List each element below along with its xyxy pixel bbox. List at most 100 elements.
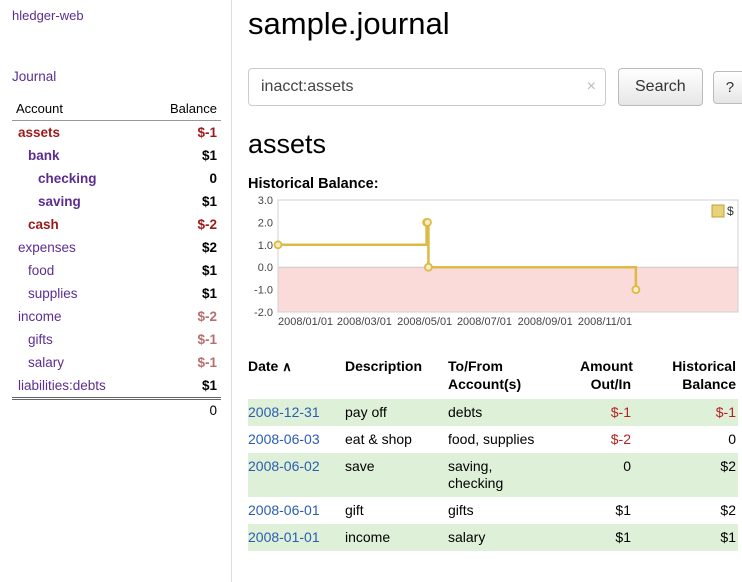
transaction-date-link[interactable]: 2008-06-02 [248, 458, 320, 474]
date-cell: 2008-06-03 [248, 426, 345, 453]
y-tick-label: 0.0 [258, 262, 273, 274]
search-button[interactable]: Search [618, 68, 703, 106]
register-table-body: 2008-12-31pay offdebts$-1$-12008-06-03ea… [248, 399, 738, 551]
search-bar: × Search ? [248, 68, 742, 106]
account-link[interactable]: checking [14, 171, 97, 186]
legend-label: $ [727, 204, 734, 218]
account-link[interactable]: gifts [14, 332, 53, 347]
account-link[interactable]: income [14, 309, 62, 324]
transaction-accounts: saving, checking [448, 453, 580, 497]
register-row: 2008-06-02 savesaving, checking0$2 [248, 453, 738, 497]
transaction-amount: $-1 [580, 399, 641, 426]
search-box: × [248, 68, 606, 106]
balance-column-header: Balance [147, 98, 221, 121]
page-title: sample.journal [248, 4, 742, 44]
account-link[interactable]: liabilities:debts [14, 378, 106, 393]
account-balance: $-1 [147, 328, 221, 351]
data-point-marker [632, 286, 639, 293]
transaction-description: eat & shop [345, 426, 448, 453]
data-point-marker [424, 219, 431, 226]
data-point-marker [425, 264, 432, 271]
transaction-date-link[interactable]: 2008-12-31 [248, 404, 320, 420]
data-point-marker [275, 241, 282, 248]
account-row: assets $-1 [12, 121, 221, 145]
sort-ascending-icon: ∧ [282, 359, 292, 374]
amount-column-header: Amount Out/In [580, 355, 641, 399]
transaction-description: income [345, 524, 448, 551]
account-link[interactable]: salary [14, 355, 64, 370]
account-balance: $2 [147, 236, 221, 259]
app-title-link[interactable]: hledger-web [12, 8, 221, 23]
account-balance: $-2 [147, 305, 221, 328]
transaction-accounts: gifts [448, 497, 580, 524]
date-cell: 2008-12-31 [248, 399, 345, 426]
account-balance: $-1 [147, 121, 221, 145]
account-link[interactable]: saving [14, 194, 81, 209]
balance-chart-svg: 3.02.01.00.0-1.0-2.02008/01/012008/03/01… [248, 196, 742, 336]
account-name-cell: income [12, 305, 147, 328]
register-row: 2008-01-01incomesalary$1$1 [248, 524, 738, 551]
transaction-description: pay off [345, 399, 448, 426]
transaction-balance: $-1 [641, 399, 738, 426]
account-link[interactable]: supplies [14, 286, 78, 301]
account-link[interactable]: bank [14, 148, 60, 163]
transaction-balance: 0 [641, 426, 738, 453]
date-column-header[interactable]: Date ∧ [248, 355, 345, 399]
account-balance: $1 [147, 190, 221, 213]
account-balance: $-2 [147, 213, 221, 236]
balance-chart: 3.02.01.00.0-1.0-2.02008/01/012008/03/01… [248, 196, 742, 341]
account-name-cell: liabilities:debts [12, 374, 147, 399]
account-row: salary $-1 [12, 351, 221, 374]
transaction-balance: $2 [641, 453, 738, 497]
account-link[interactable]: cash [14, 217, 59, 232]
account-row: bank $1 [12, 144, 221, 167]
account-balance: $1 [147, 374, 221, 399]
transaction-accounts: food, supplies [448, 426, 580, 453]
account-name-cell: assets [12, 121, 147, 145]
account-row: expenses $2 [12, 236, 221, 259]
transaction-date-link[interactable]: 2008-06-03 [248, 431, 320, 447]
y-tick-label: 1.0 [258, 240, 273, 252]
y-tick-label: 2.0 [258, 217, 273, 229]
x-tick-label: 2008/09/01 [518, 316, 573, 328]
y-tick-label: 3.0 [258, 196, 273, 207]
account-name-cell: saving [12, 190, 147, 213]
register-table: Date ∧ Description To/From Account(s) Am… [248, 355, 738, 551]
account-link[interactable]: food [14, 263, 54, 278]
transaction-accounts: debts [448, 399, 580, 426]
transaction-amount: 0 [580, 453, 641, 497]
transaction-description: save [345, 453, 448, 497]
transaction-balance: $2 [641, 497, 738, 524]
transaction-date-link[interactable]: 2008-01-01 [248, 529, 320, 545]
search-input[interactable] [248, 68, 606, 106]
accounts-total-spacer [12, 399, 147, 422]
journal-link[interactable]: Journal [12, 69, 221, 84]
help-button[interactable]: ? [713, 71, 742, 104]
account-name-cell: salary [12, 351, 147, 374]
account-balance: $1 [147, 144, 221, 167]
transaction-date-link[interactable]: 2008-06-01 [248, 502, 320, 518]
account-balance: $1 [147, 259, 221, 282]
x-tick-label: 2008/01/01 [278, 316, 333, 328]
account-row: gifts $-1 [12, 328, 221, 351]
account-link[interactable]: assets [14, 125, 60, 140]
account-name-cell: expenses [12, 236, 147, 259]
accounts-total-row: 0 [12, 399, 221, 422]
sidebar: hledger-web Journal Account Balance asse… [0, 0, 232, 582]
account-name-cell: supplies [12, 282, 147, 305]
account-balance: $-1 [147, 351, 221, 374]
transaction-amount: $1 [580, 524, 641, 551]
app-window: hledger-web Journal Account Balance asse… [0, 0, 742, 582]
date-column-label: Date [248, 358, 278, 374]
transaction-amount: $1 [580, 497, 641, 524]
account-name-cell: cash [12, 213, 147, 236]
account-row: supplies$1 [12, 282, 221, 305]
date-cell: 2008-06-01 [248, 497, 345, 524]
account-balance: 0 [147, 167, 221, 190]
negative-region [278, 267, 738, 312]
clear-search-icon[interactable]: × [587, 77, 596, 97]
account-link[interactable]: expenses [14, 240, 76, 255]
chart-title: Historical Balance: [248, 176, 742, 192]
historical-balance-column-header: Historical Balance [641, 355, 738, 399]
register-row: 2008-12-31pay offdebts$-1$-1 [248, 399, 738, 426]
